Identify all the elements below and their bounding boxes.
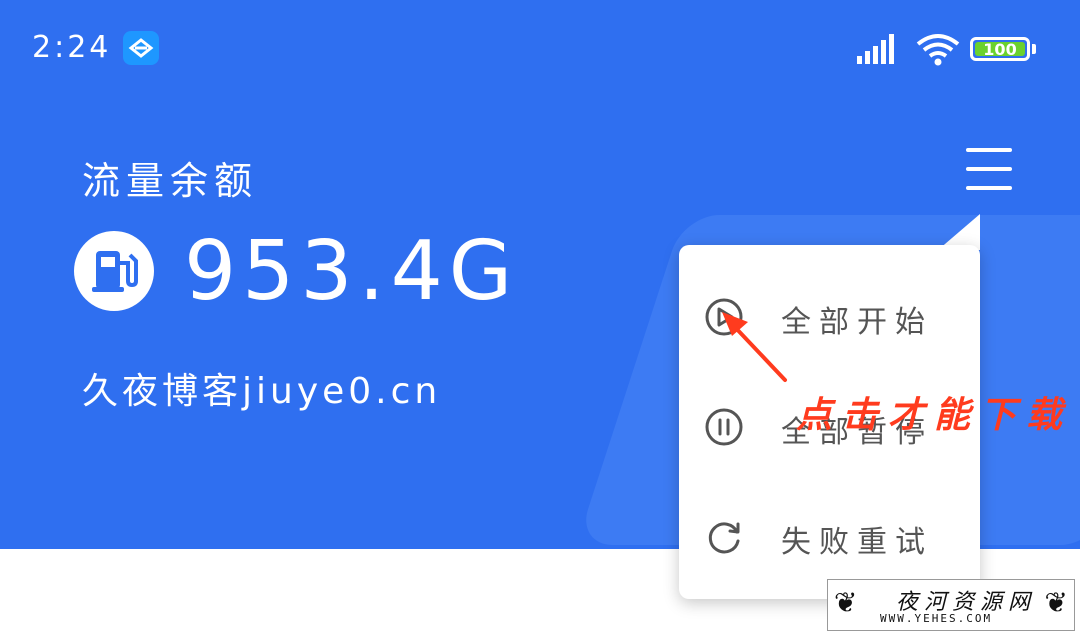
play-icon — [705, 298, 743, 336]
status-time: 2:24 — [32, 30, 112, 65]
menu-icon[interactable] — [966, 148, 1012, 190]
fuel-icon — [74, 231, 154, 311]
menu-item-label: 全部开始 — [781, 305, 933, 340]
balance-amount: 953.4G — [184, 224, 519, 319]
signal-icon — [857, 34, 894, 64]
battery-tip — [1032, 44, 1036, 54]
blog-caption: 久夜博客jiuye0.cn — [82, 371, 442, 412]
wifi-icon — [916, 34, 960, 66]
menu-item-retry-failed[interactable]: 失败重试 — [679, 481, 980, 591]
watermark-url: WWW.YEHES.COM — [880, 612, 993, 625]
ornament-icon: ❦ — [834, 586, 858, 619]
ornament-icon: ❦ — [1044, 586, 1068, 619]
menu-item-label: 失败重试 — [781, 525, 933, 560]
battery-level: 100 — [975, 42, 1025, 58]
refresh-icon — [708, 522, 740, 554]
watermark: ❦ 夜河资源网 WWW.YEHES.COM ❦ — [827, 579, 1075, 631]
pause-icon — [705, 408, 743, 446]
battery-icon: 100 — [970, 37, 1030, 61]
app-notification-icon — [123, 31, 159, 65]
annotation-text: 点击才能下载 — [796, 395, 1073, 436]
menu-item-start-all[interactable]: 全部开始 — [679, 261, 980, 371]
balance-label: 流量余额 — [82, 159, 259, 203]
